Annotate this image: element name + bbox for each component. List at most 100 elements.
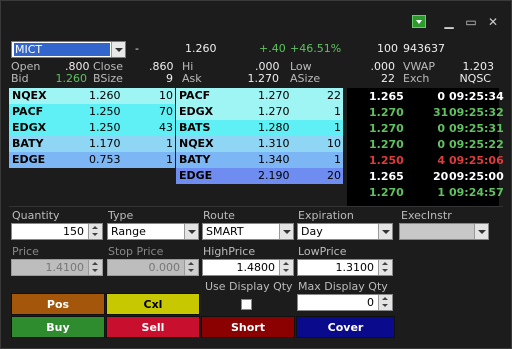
cover-button[interactable]: Cover bbox=[296, 316, 395, 338]
stop-price-stepper[interactable]: 0.000 bbox=[107, 259, 199, 276]
use-display-qty-checkbox[interactable] bbox=[241, 299, 252, 310]
expiration-select[interactable]: Day bbox=[297, 223, 393, 240]
title-bar: ▁ ▭ ✕ bbox=[1, 1, 511, 37]
ask-row[interactable]: BATS 1.280 1 bbox=[176, 120, 343, 136]
ask-price: 1.270 bbox=[258, 89, 290, 102]
spinner-icon[interactable] bbox=[378, 260, 392, 275]
tape-size: 1 bbox=[437, 186, 445, 199]
pos-button[interactable]: Pos bbox=[11, 293, 105, 315]
expiration-label: Expiration bbox=[298, 209, 354, 222]
high-price-stepper[interactable]: 1.4800 bbox=[202, 259, 294, 276]
bid-row[interactable]: NQEX 1.260 10 bbox=[9, 88, 175, 104]
window-menu-icon[interactable] bbox=[412, 15, 426, 28]
tape-row: 1.265 0 09:25:34 bbox=[347, 89, 504, 105]
buy-button[interactable]: Buy bbox=[11, 316, 105, 338]
ask-price: 1.270 bbox=[258, 105, 290, 118]
net-change: +.40 bbox=[259, 42, 286, 55]
minimize-icon[interactable]: ▁ bbox=[439, 13, 459, 31]
divider bbox=[9, 206, 503, 207]
max-display-qty-value[interactable]: 0 bbox=[367, 296, 374, 309]
tape-row: 1.270 31 09:25:32 bbox=[347, 105, 504, 121]
sell-button[interactable]: Sell bbox=[106, 316, 200, 338]
tape-price: 1.270 bbox=[369, 186, 404, 199]
ask-size: 22 bbox=[327, 89, 341, 102]
change-sign: - bbox=[135, 42, 139, 55]
ask-price: 1.310 bbox=[258, 137, 290, 150]
low-price-value[interactable]: 1.3100 bbox=[336, 261, 375, 274]
max-display-qty-stepper[interactable]: 0 bbox=[297, 294, 393, 311]
bid-price: 1.250 bbox=[89, 121, 121, 134]
tape-size: 0 bbox=[437, 122, 445, 135]
symbol-combobox[interactable]: MICT bbox=[11, 41, 126, 58]
chevron-down-icon[interactable] bbox=[279, 224, 293, 239]
ask-mm: PACF bbox=[179, 89, 211, 102]
tape-time: 09:25:06 bbox=[449, 154, 504, 167]
spinner-icon[interactable] bbox=[279, 260, 293, 275]
quantity-stepper[interactable]: 150 bbox=[11, 223, 103, 240]
price-value[interactable]: 1.4100 bbox=[46, 261, 85, 274]
tape-price: 1.270 bbox=[369, 138, 404, 151]
ask-price: 1.340 bbox=[258, 153, 290, 166]
type-value[interactable]: Range bbox=[111, 225, 146, 238]
low-price-label: LowPrice bbox=[298, 245, 347, 258]
low-price-stepper[interactable]: 1.3100 bbox=[297, 259, 393, 276]
type-select[interactable]: Range bbox=[107, 223, 199, 240]
ask-row[interactable]: EDGE 2.190 20 bbox=[176, 168, 343, 184]
ask-row[interactable]: NQEX 1.310 10 bbox=[176, 136, 343, 152]
bid-row[interactable]: PACF 1.250 70 bbox=[9, 104, 175, 120]
stop-price-label: Stop Price bbox=[108, 245, 164, 258]
spinner-icon[interactable] bbox=[88, 224, 102, 239]
chevron-down-icon[interactable] bbox=[474, 224, 488, 239]
ask-price: 2.190 bbox=[258, 169, 290, 182]
route-label: Route bbox=[203, 209, 235, 222]
route-value[interactable]: SMART bbox=[206, 225, 244, 238]
short-button[interactable]: Short bbox=[201, 316, 295, 338]
quantity-label: Quantity bbox=[12, 209, 60, 222]
bid-row[interactable]: EDGX 1.250 43 bbox=[9, 120, 175, 136]
spinner-icon[interactable] bbox=[184, 260, 198, 275]
quantity-value[interactable]: 150 bbox=[63, 225, 84, 238]
tape-size: 0 bbox=[437, 90, 445, 103]
tape-row: 1.270 0 09:25:31 bbox=[347, 121, 504, 137]
execinstr-select[interactable] bbox=[399, 223, 489, 240]
bid-size: 1 bbox=[166, 153, 173, 166]
bid-row[interactable]: EDGE 0.753 1 bbox=[9, 152, 175, 168]
ask-size: 1 bbox=[334, 121, 341, 134]
ask-row[interactable]: PACF 1.270 22 bbox=[176, 88, 343, 104]
ask-price: 1.280 bbox=[258, 121, 290, 134]
spinner-icon[interactable] bbox=[88, 260, 102, 275]
change-percent: +46.51% bbox=[290, 42, 342, 55]
tape-price: 1.250 bbox=[369, 154, 404, 167]
route-select[interactable]: SMART bbox=[202, 223, 294, 240]
asize-value: 22 bbox=[381, 72, 395, 85]
tape-row: 1.270 0 09:25:22 bbox=[347, 137, 504, 153]
ask-row[interactable]: BATY 1.340 1 bbox=[176, 152, 343, 168]
ask-row[interactable]: EDGX 1.270 1 bbox=[176, 104, 343, 120]
chevron-down-icon[interactable] bbox=[111, 42, 125, 57]
close-icon[interactable]: ✕ bbox=[483, 13, 503, 31]
maximize-icon[interactable]: ▭ bbox=[461, 13, 481, 31]
high-price-value[interactable]: 1.4800 bbox=[237, 261, 276, 274]
exch-label: Exch bbox=[403, 72, 430, 85]
bid-row[interactable]: BATY 1.170 1 bbox=[9, 136, 175, 152]
time-and-sales[interactable]: 1.265 0 09:25:34 1.270 31 09:25:32 1.270… bbox=[347, 88, 504, 206]
tape-row: 1.250 4 09:25:06 bbox=[347, 153, 504, 169]
price-stepper[interactable]: 1.4100 bbox=[11, 259, 103, 276]
tape-price: 1.265 bbox=[369, 90, 404, 103]
symbol-value[interactable]: MICT bbox=[14, 43, 110, 56]
cxl-button[interactable]: Cxl bbox=[106, 293, 200, 315]
ask-mm: BATS bbox=[179, 121, 211, 134]
bid-size: 43 bbox=[159, 121, 173, 134]
stop-price-value[interactable]: 0.000 bbox=[149, 261, 181, 274]
spinner-icon[interactable] bbox=[378, 295, 392, 310]
chevron-down-icon[interactable] bbox=[378, 224, 392, 239]
tape-price: 1.270 bbox=[369, 106, 404, 119]
last-size: 100 bbox=[377, 42, 398, 55]
tape-size: 0 bbox=[437, 138, 445, 151]
high-price-label: HighPrice bbox=[203, 245, 256, 258]
bid-price: 1.170 bbox=[89, 137, 121, 150]
expiration-value[interactable]: Day bbox=[301, 225, 323, 238]
order-form: Quantity 150 Type Range Route SMART Expi… bbox=[9, 208, 503, 348]
bid-size: 10 bbox=[159, 89, 173, 102]
chevron-down-icon[interactable] bbox=[184, 224, 198, 239]
